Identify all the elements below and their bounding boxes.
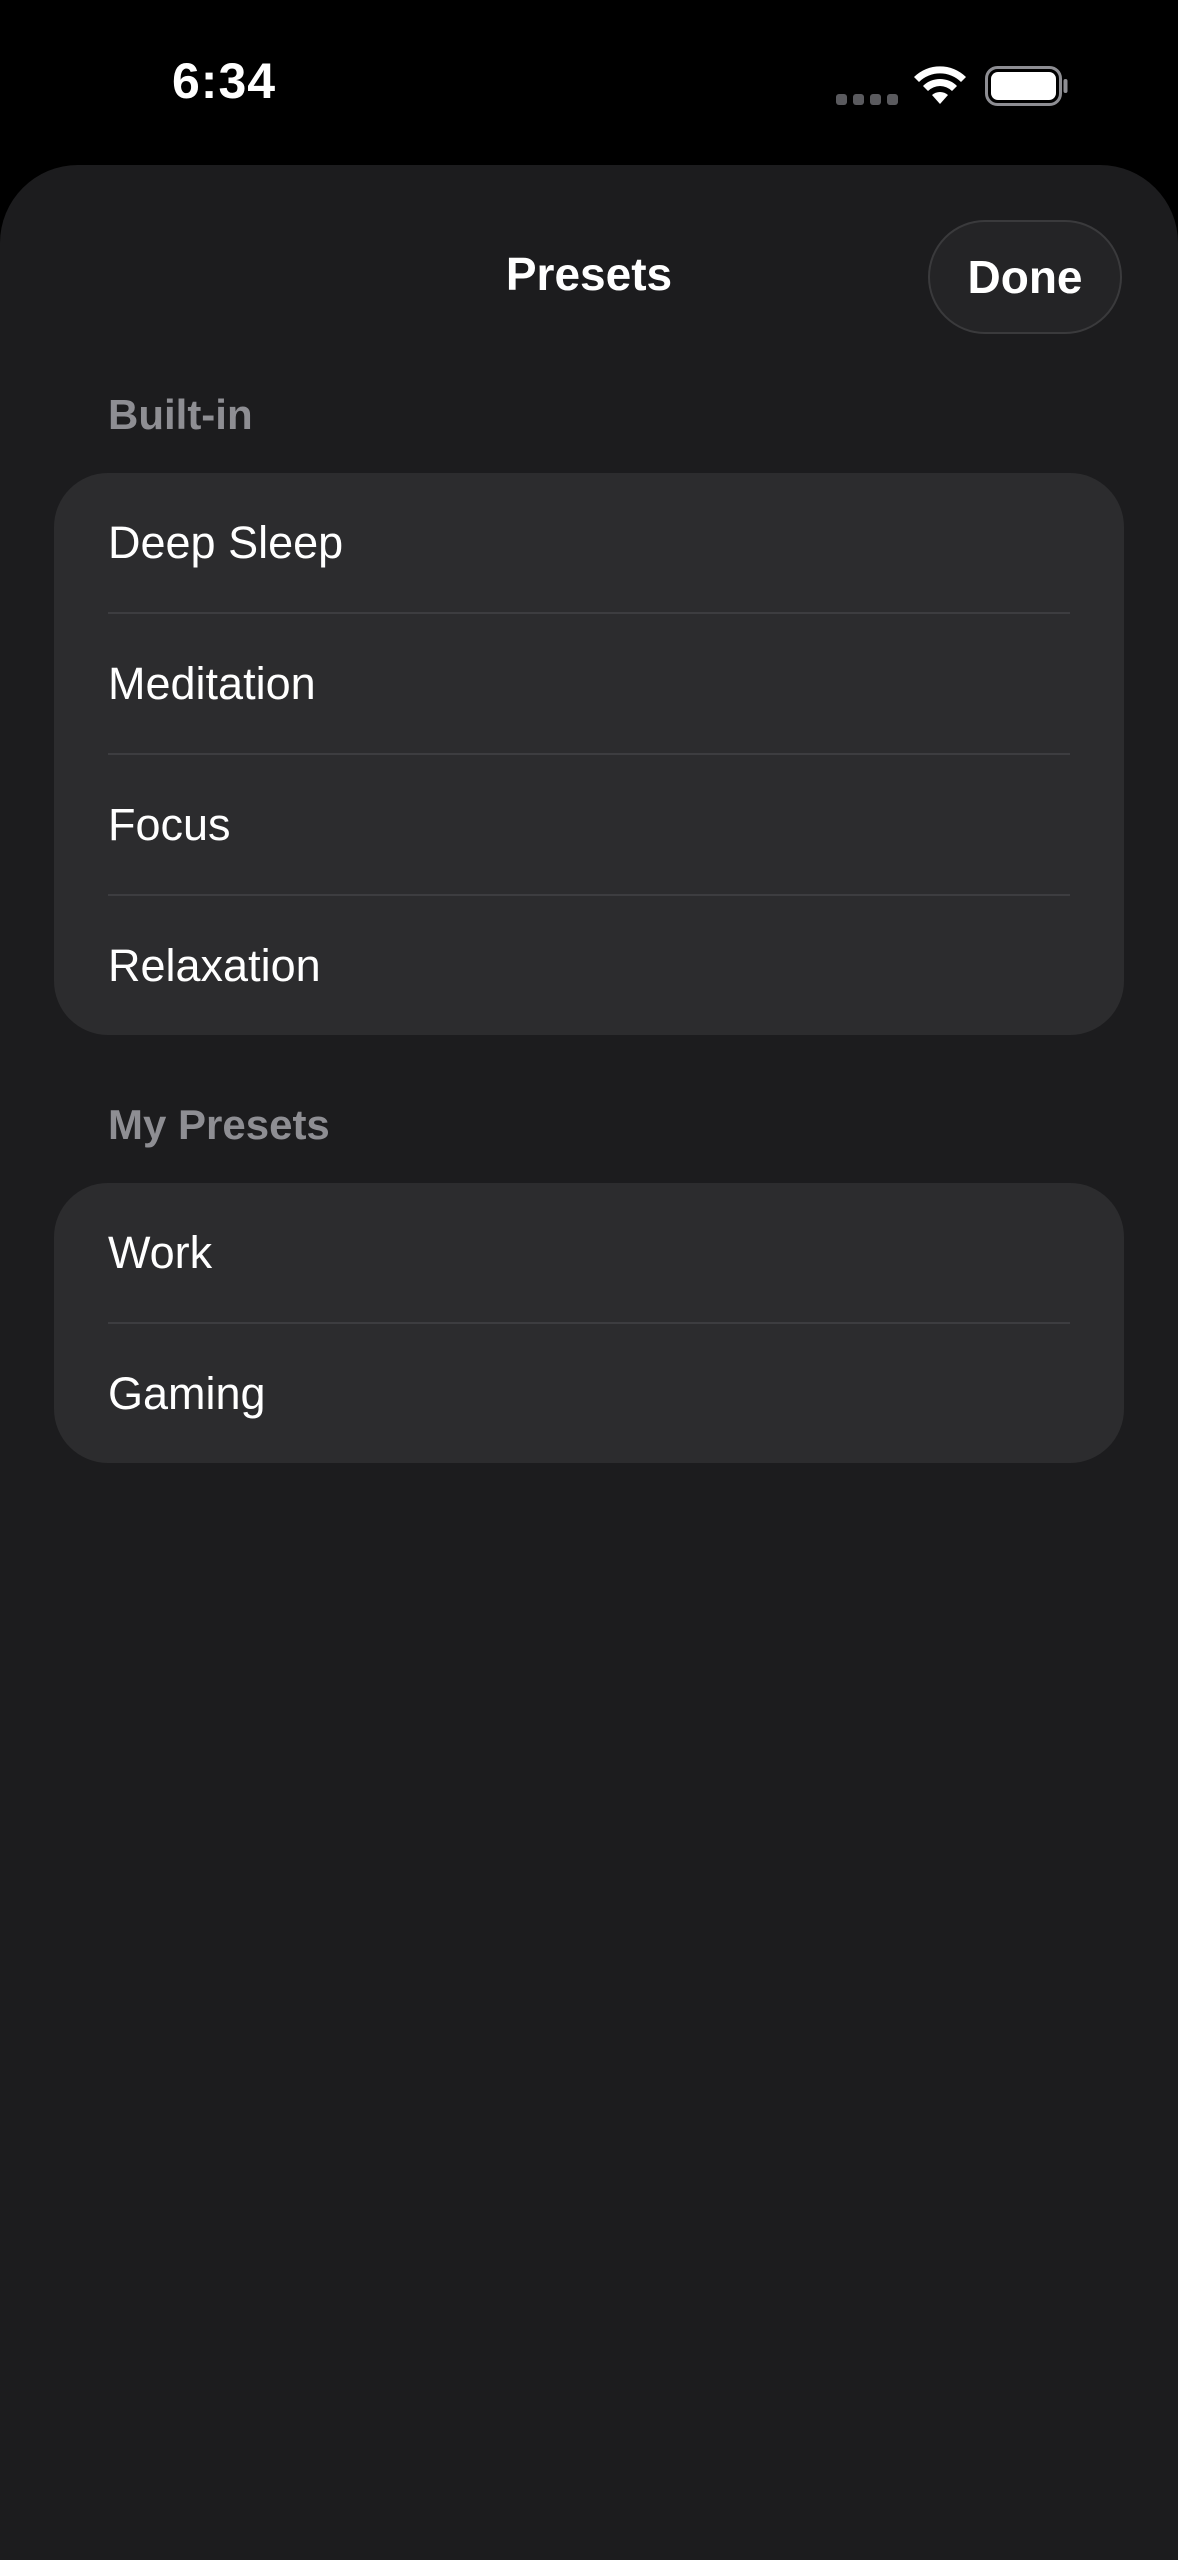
status-time: 6:34 (172, 53, 277, 109)
presets-screen: 6:34 Presets Done Built-in Deep Sleep Me… (0, 0, 1178, 2560)
preset-row-deep-sleep[interactable]: Deep Sleep (54, 473, 1124, 612)
preset-row-work[interactable]: Work (54, 1183, 1124, 1322)
preset-row-gaming[interactable]: Gaming (54, 1324, 1124, 1463)
done-button[interactable]: Done (928, 220, 1122, 334)
preset-label: Work (108, 1226, 213, 1278)
my-presets-list: Work Gaming (54, 1183, 1124, 1463)
wifi-icon (914, 66, 966, 104)
presets-sheet: Presets Done Built-in Deep Sleep Meditat… (0, 165, 1178, 2560)
preset-row-meditation[interactable]: Meditation (54, 614, 1124, 753)
preset-label: Relaxation (108, 939, 321, 991)
battery-icon (985, 66, 1068, 106)
preset-row-relaxation[interactable]: Relaxation (54, 896, 1124, 1035)
section-header-built-in: Built-in (108, 391, 253, 438)
preset-label: Deep Sleep (108, 516, 344, 568)
preset-label: Meditation (108, 657, 316, 709)
preset-row-focus[interactable]: Focus (54, 755, 1124, 894)
preset-label: Focus (108, 798, 231, 850)
section-header-my-presets: My Presets (108, 1101, 330, 1148)
preset-label: Gaming (108, 1367, 266, 1419)
built-in-presets-list: Deep Sleep Meditation Focus Relaxation (54, 473, 1124, 1035)
status-bar: 6:34 (0, 0, 1178, 165)
cellular-signal-icon (836, 94, 898, 105)
